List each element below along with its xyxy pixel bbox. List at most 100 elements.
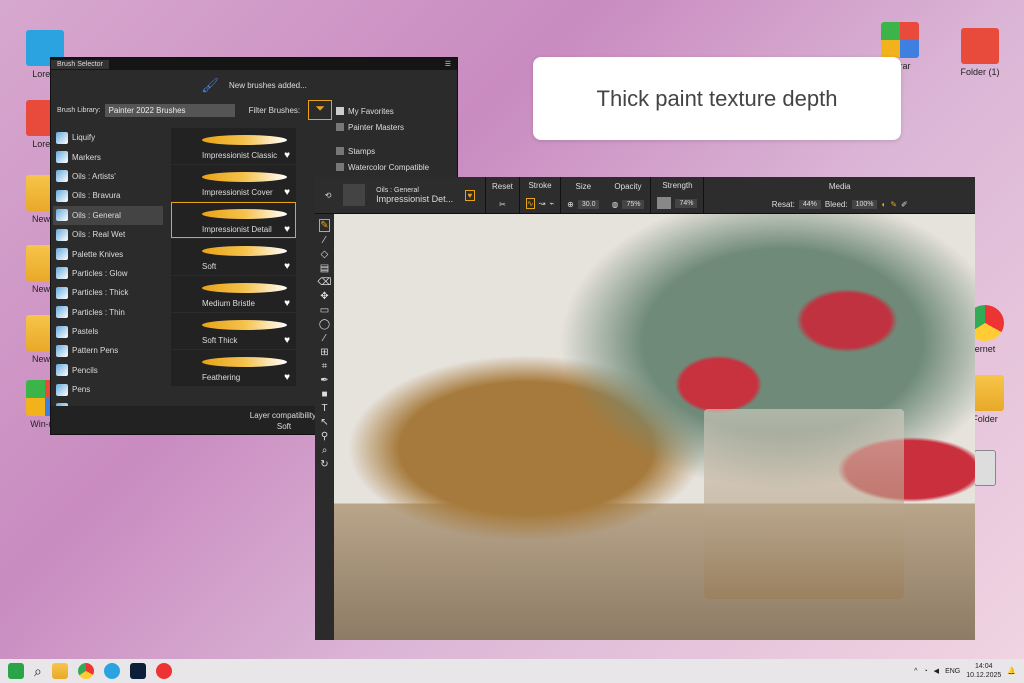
pen-icon[interactable]: ✒ [320, 375, 328, 386]
clone-icon[interactable]: ⚲ [321, 431, 328, 442]
heart-icon[interactable]: ♥ [284, 372, 290, 383]
brush-item[interactable]: Medium Bristle ♥ [171, 276, 296, 312]
heart-icon[interactable]: ♥ [284, 261, 290, 272]
checkbox-icon[interactable] [336, 107, 344, 115]
painter-window: ⟲ Oils : General Impressionist Det... ♥ R… [315, 177, 975, 640]
category-icon [56, 286, 68, 299]
category-item[interactable]: Particles : Glow [53, 264, 163, 283]
notice-text: New brushes added... [228, 80, 307, 90]
category-item[interactable]: Pastels [53, 322, 163, 341]
painting-canvas[interactable] [334, 214, 975, 640]
stroke-line-icon[interactable]: ↝ [539, 199, 546, 208]
clock-date[interactable]: 10.12.2025 [966, 671, 1001, 680]
brush-item[interactable]: Soft ♥ [171, 239, 296, 275]
select-arrow-icon[interactable]: ↖ [320, 417, 328, 428]
rect-select-icon[interactable]: ▭ [320, 305, 329, 316]
stroke-freehand-icon[interactable]: ∿ [525, 198, 535, 209]
favorite-heart-icon[interactable]: ♥ [464, 189, 476, 201]
pickup-icon[interactable]: ✐ [901, 200, 908, 209]
opacity-field[interactable]: 75% [622, 199, 645, 209]
filter-checkbox[interactable]: My Favorites [336, 103, 458, 119]
dirty-mode-icon[interactable]: ✎ [890, 200, 897, 209]
reset-tool-icon[interactable]: ⟲ [325, 191, 332, 200]
strength-field[interactable]: 74% [675, 198, 698, 208]
stroke-option-icon[interactable]: ⌁ [549, 199, 554, 208]
category-item[interactable]: Markers [53, 147, 163, 166]
volume-icon[interactable]: ◀ [934, 667, 939, 675]
shape-icon[interactable]: ■ [321, 389, 327, 400]
category-item[interactable]: Oils : General [53, 205, 163, 225]
filter-icon[interactable]: ⏷ [308, 100, 333, 120]
tray-chevron-icon[interactable]: ^ [914, 668, 917, 675]
category-item[interactable]: Pens [53, 380, 163, 399]
dropper-icon[interactable]: ⁄ [324, 235, 326, 246]
color-icon[interactable]: ◐ [881, 200, 886, 209]
category-icon [56, 344, 68, 357]
magic-wand-icon[interactable]: ⁄ [324, 333, 326, 344]
start-icon[interactable] [8, 663, 24, 679]
heart-icon[interactable]: ♥ [284, 335, 290, 346]
network-icon[interactable]: ◔ [923, 668, 927, 675]
size-field[interactable]: 30.0 [577, 199, 600, 209]
category-item[interactable]: Oils : Real Wet [53, 225, 163, 244]
filter-label: My Favorites [348, 106, 394, 116]
category-item[interactable]: Particles : Thin [53, 303, 163, 322]
crop-icon[interactable]: ⌗ [322, 361, 328, 372]
filter-checkbox[interactable]: Watercolor Compatible [336, 159, 458, 175]
rotate-icon[interactable]: ↻ [320, 459, 328, 470]
brush-label: Impressionist Classic [202, 151, 278, 160]
heart-icon[interactable]: ♥ [284, 298, 290, 309]
category-item[interactable]: Particles : Thick [53, 283, 163, 302]
brush-item[interactable]: Soft Thick ♥ [171, 313, 296, 349]
resat-label: Resat: [771, 199, 795, 209]
lang-indicator[interactable]: ENG [945, 668, 960, 675]
transform-icon[interactable]: ⊞ [320, 347, 328, 358]
telegram-icon[interactable] [103, 663, 120, 679]
filter-label: Painter Masters [348, 122, 405, 132]
bleed-field[interactable]: 100% [851, 199, 878, 209]
category-item[interactable]: Oils : Bravura [53, 186, 163, 205]
chrome-icon[interactable] [77, 663, 94, 679]
menu-icon[interactable]: ☰ [439, 59, 457, 69]
desktop-icon[interactable]: Folder (1) [950, 28, 1010, 77]
eraser-icon[interactable]: ⌫ [317, 277, 331, 288]
category-item[interactable]: Pencils [53, 361, 163, 380]
heart-icon[interactable]: ♥ [284, 187, 290, 198]
lasso-icon[interactable]: ◯ [319, 319, 330, 330]
category-item[interactable]: Pattern Pens [53, 341, 163, 360]
checkbox-icon[interactable] [336, 123, 344, 131]
checkbox-icon[interactable] [336, 163, 344, 171]
zoom-icon[interactable]: ⌕ [322, 445, 328, 456]
text-icon[interactable]: T [321, 403, 327, 414]
category-icon [56, 189, 68, 202]
gradient-icon[interactable]: ▤ [320, 263, 329, 274]
reset-button[interactable]: ✂ [499, 200, 506, 209]
library-select[interactable]: Painter 2022 Brushes [104, 103, 235, 117]
app-icon[interactable] [155, 663, 172, 679]
clock-time[interactable]: 14:04 [966, 662, 1001, 671]
category-item[interactable]: Oils : Artists' [53, 167, 163, 186]
brush-item[interactable]: Feathering ♥ [171, 350, 296, 386]
brush-tool-icon[interactable]: ✎ [319, 219, 330, 232]
move-icon[interactable]: ✥ [320, 291, 328, 302]
explorer-icon[interactable] [51, 663, 68, 679]
brush-item[interactable]: Impressionist Classic ♥ [171, 128, 296, 164]
filter-checkbox[interactable]: Stamps [336, 143, 458, 159]
category-label: Palette Knives [72, 249, 124, 259]
photoshop-icon[interactable] [129, 663, 146, 679]
category-item[interactable]: Liquify [53, 128, 163, 147]
fill-icon[interactable]: ◇ [321, 249, 329, 260]
category-label: Oils : Bravura [72, 191, 121, 201]
notification-icon[interactable]: 🔔 [1007, 667, 1016, 675]
resat-field[interactable]: 44% [798, 199, 821, 209]
search-icon[interactable]: ⌕ [34, 663, 42, 680]
checkbox-icon[interactable] [336, 147, 344, 155]
heart-icon[interactable]: ♥ [284, 224, 290, 235]
filter-checkbox[interactable]: Painter Masters [336, 119, 458, 135]
brush-thumb[interactable] [342, 184, 365, 206]
heart-icon[interactable]: ♥ [284, 150, 290, 161]
brush-item[interactable]: Impressionist Cover ♥ [171, 165, 296, 201]
brush-icon: 🖌 [201, 76, 219, 93]
category-item[interactable]: Palette Knives [53, 244, 163, 263]
brush-item[interactable]: Impressionist Detail ♥ [171, 202, 296, 238]
